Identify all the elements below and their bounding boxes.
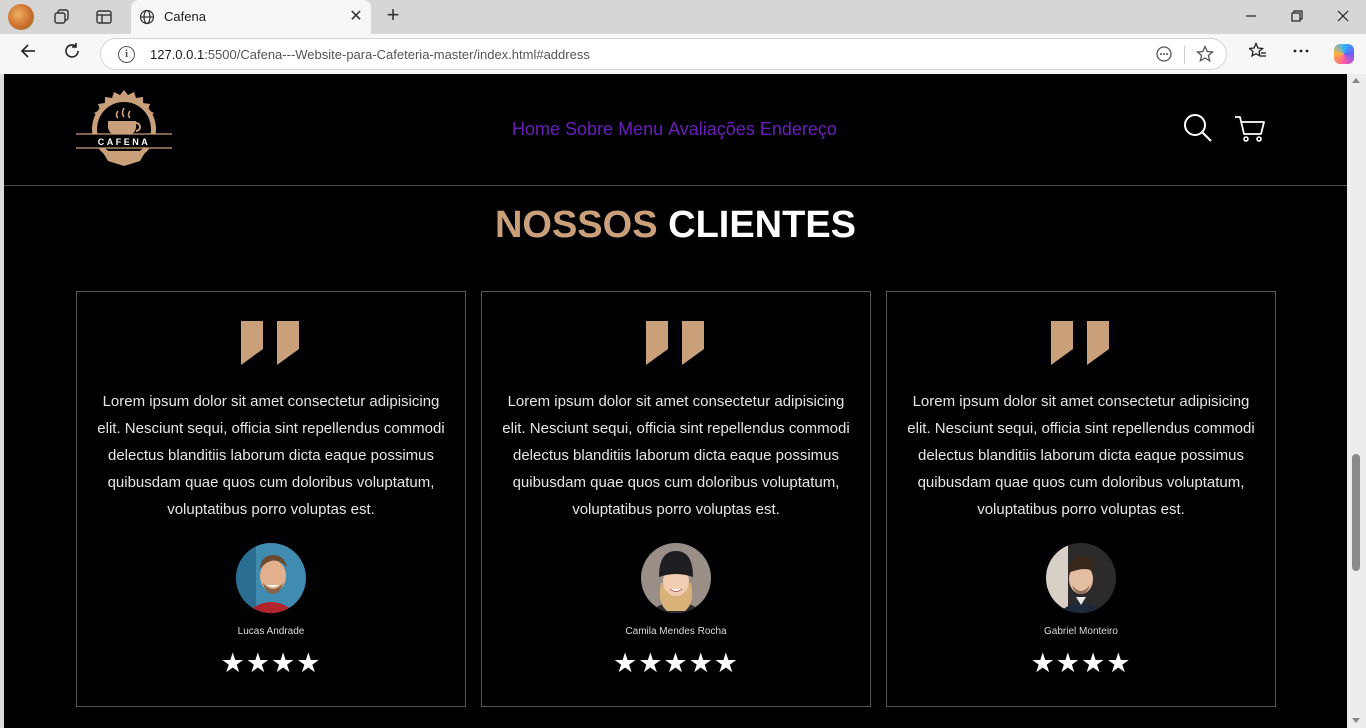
cart-icon[interactable] [1234, 112, 1266, 144]
nav-link-sobre[interactable]: Sobre [565, 119, 613, 140]
scroll-thumb[interactable] [1352, 454, 1360, 571]
title-accent: NOSSOS [494, 204, 658, 246]
scroll-up-arrow-icon[interactable] [1352, 78, 1360, 83]
url-path: :5500/Cafena---Website-para-Cafeteria-ma… [204, 47, 590, 62]
more-options-icon[interactable] [1289, 42, 1313, 66]
star-rating: ★★★★★ [612, 648, 740, 678]
testimonial-card: Lorem ipsum dolor sit amet consectetur a… [76, 291, 466, 707]
search-icon[interactable] [1182, 112, 1214, 144]
page-scrollbar[interactable] [1347, 74, 1366, 728]
profile-avatar-icon[interactable] [8, 4, 34, 30]
star-rating: ★★★★ [1030, 648, 1132, 678]
tab-title: Cafena [164, 9, 206, 24]
url-host: 127.0.0.1 [150, 47, 205, 62]
address-bar[interactable]: i 127.0.0.1:5500/Cafena---Website-para-C… [100, 38, 1227, 70]
testimonial-card: Lorem ipsum dolor sit amet consectetur a… [481, 291, 871, 707]
new-tab-button[interactable]: + [381, 4, 405, 28]
avatar [1046, 543, 1116, 613]
reviewer-name: Camila Mendes Rocha [625, 626, 727, 637]
close-window-icon[interactable] [1331, 6, 1355, 28]
close-tab-icon[interactable]: ✕ [347, 8, 365, 26]
site-header: CAFENA Home Sobre Menu Avaliações Endere… [4, 74, 1347, 186]
testimonial-text: Lorem ipsum dolor sit amet consectetur a… [907, 393, 1255, 518]
address-separator [1184, 46, 1185, 64]
reviewer-name: Gabriel Monteiro [1044, 626, 1118, 637]
nav-link-home[interactable]: Home [512, 119, 560, 140]
browser-toolbar: i 127.0.0.1:5500/Cafena---Website-para-C… [0, 34, 1366, 74]
nav-link-menu[interactable]: Menu [618, 119, 663, 140]
globe-icon [139, 9, 155, 30]
section-title: NOSSOS CLIENTES [4, 204, 1347, 247]
vertical-tabs-icon[interactable] [92, 5, 116, 29]
site-info-icon[interactable]: i [118, 46, 135, 63]
cafena-logo[interactable]: CAFENA [74, 89, 174, 169]
testimonial-text: Lorem ipsum dolor sit amet consectetur a… [502, 393, 850, 518]
nav-link-avaliacoes[interactable]: Avaliações [668, 119, 755, 140]
testimonial-text: Lorem ipsum dolor sit amet consectetur a… [97, 393, 445, 518]
quote-icon [1051, 321, 1111, 365]
url-text: 127.0.0.1:5500/Cafena---Website-para-Caf… [150, 47, 590, 62]
nav-link-endereco[interactable]: Endereço [760, 119, 837, 140]
quote-icon [241, 321, 301, 365]
reviewer-name: Lucas Andrade [237, 626, 305, 637]
reload-icon[interactable] [60, 42, 84, 66]
avatar [236, 543, 306, 613]
back-icon[interactable] [16, 42, 40, 66]
favorite-star-icon[interactable] [1195, 44, 1215, 65]
star-rating: ★★★★ [220, 648, 322, 678]
scroll-down-arrow-icon[interactable] [1352, 718, 1360, 723]
title-main: CLIENTES [668, 204, 857, 246]
web-page: CAFENA Home Sobre Menu Avaliações Endere… [4, 74, 1347, 728]
restore-icon[interactable] [1285, 6, 1309, 28]
favorites-icon[interactable] [1246, 41, 1270, 66]
minimize-icon[interactable] [1239, 6, 1263, 28]
avatar [641, 543, 711, 613]
testimonial-card: Lorem ipsum dolor sit amet consectetur a… [886, 291, 1276, 707]
logo-text: CAFENA [98, 137, 151, 147]
read-aloud-icon[interactable] [1154, 45, 1174, 65]
copilot-icon[interactable] [1334, 44, 1354, 64]
quote-icon [646, 321, 706, 365]
workspaces-icon[interactable] [50, 5, 74, 29]
main-nav: Home Sobre Menu Avaliações Endereço [512, 119, 837, 140]
active-tab[interactable]: Cafena ✕ [131, 0, 371, 34]
browser-tab-bar: Cafena ✕ + [0, 0, 1366, 34]
